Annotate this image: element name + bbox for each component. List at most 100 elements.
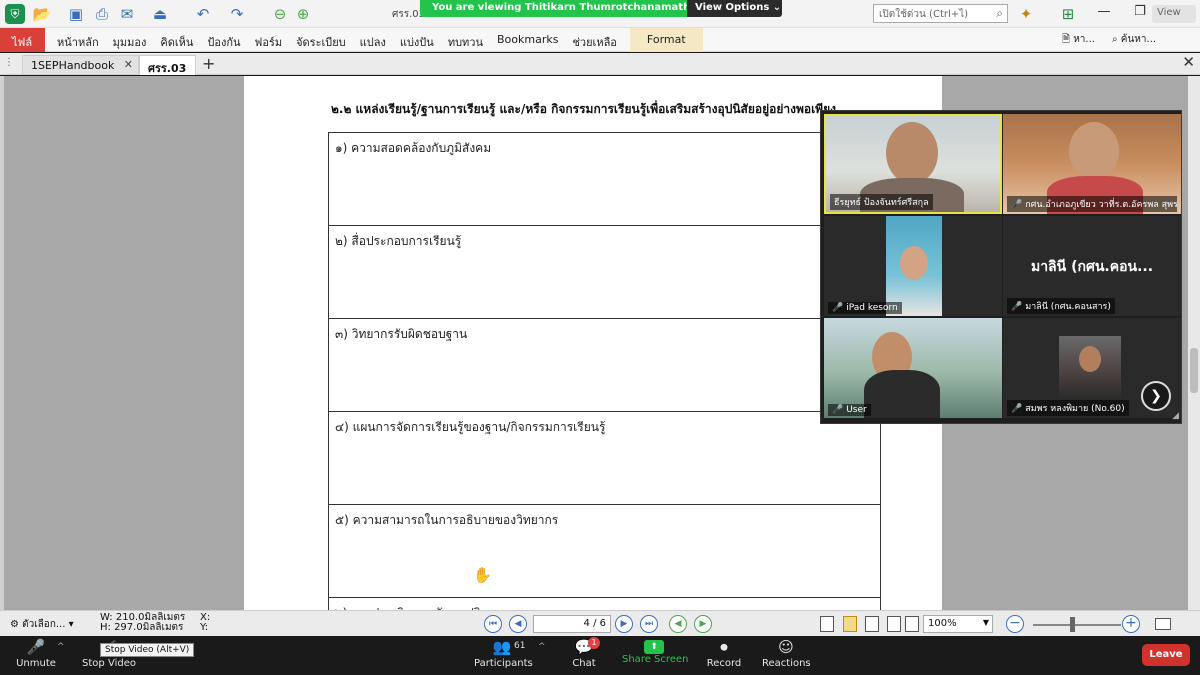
undo-icon[interactable]: ↶ bbox=[193, 4, 213, 24]
participant-face bbox=[886, 122, 938, 184]
new-tab-icon[interactable]: + bbox=[202, 54, 215, 73]
muted-mic-icon: 🎤 bbox=[832, 303, 844, 313]
video-tile[interactable]: 🎤 User bbox=[824, 318, 1002, 418]
table-row: ๑) ความสอดคล้องกับภูมิสังคม bbox=[329, 133, 880, 226]
participant-name: 🎤 User bbox=[828, 404, 871, 416]
menu-share[interactable]: แบ่งปัน bbox=[393, 28, 441, 52]
menu-protect[interactable]: ป้องกัน bbox=[200, 28, 247, 52]
menu-comment[interactable]: คิดเห็น bbox=[153, 28, 200, 52]
menu-help[interactable]: ช่วยเหลือ bbox=[565, 28, 623, 52]
menu-review[interactable]: ทบทวน bbox=[441, 28, 490, 52]
open-folder-icon[interactable]: 📂 bbox=[32, 4, 52, 24]
menu-home[interactable]: หน้าหลัก bbox=[50, 28, 106, 52]
chevron-down-icon: ▼ bbox=[982, 618, 989, 627]
zoom-slider-knob[interactable] bbox=[1070, 617, 1075, 632]
menu-bookmarks[interactable]: Bookmarks bbox=[490, 28, 565, 52]
video-tile[interactable]: 🎤 iPad kesorn bbox=[824, 216, 1002, 316]
tab-document[interactable]: ศรร.03 bbox=[139, 55, 196, 75]
participant-name: 🎤 iPad kesorn bbox=[828, 302, 902, 314]
scroll-thumb[interactable] bbox=[1190, 348, 1198, 393]
participant-name: 🎤 สมพร หลงพิมาย (No.60) bbox=[1007, 400, 1129, 416]
participant-name: 🎤 กศน.อำเภอภูเขียว วาที่ร.ต.อัครพล สุพรร.… bbox=[1007, 196, 1177, 212]
fullscreen-icon[interactable]: ⊞ bbox=[1058, 4, 1078, 24]
next-page-icon[interactable]: ▶ bbox=[615, 615, 633, 633]
video-tile[interactable]: มาลินี (กศน.คอน... 🎤 มาลินี (กศน.คอนสาร) bbox=[1003, 216, 1181, 316]
back-view-icon[interactable]: ◀ bbox=[669, 615, 687, 633]
next-page-icon[interactable]: ❯ bbox=[1141, 381, 1171, 411]
last-page-icon[interactable]: ⏭ bbox=[640, 615, 658, 633]
audio-options-chevron-icon[interactable]: ^ bbox=[57, 642, 65, 652]
first-page-icon[interactable]: ⏮ bbox=[484, 615, 502, 633]
muted-mic-icon: 🎤 bbox=[26, 638, 46, 656]
email-icon[interactable]: ✉ bbox=[117, 4, 137, 24]
participant-name: 🎤 มาลินี (กศน.คอนสาร) bbox=[1007, 298, 1115, 314]
menu-convert[interactable]: แปลง bbox=[353, 28, 393, 52]
menu-form[interactable]: ฟอร์ม bbox=[248, 28, 290, 52]
print-icon[interactable]: ⎙ bbox=[92, 4, 112, 24]
find-button[interactable]: 🗎 หา... bbox=[1062, 32, 1095, 49]
scan-icon[interactable]: ⏏ bbox=[150, 4, 170, 24]
video-gallery: ธีรยุทธ์ ป้องจันทร์ศรีสกุล 🎤 กศน.อำเภอภูเ… bbox=[820, 110, 1182, 424]
menu-bar: ไฟล์ หน้าหลัก มุมมอง คิดเห็น ป้องกัน ฟอร… bbox=[0, 28, 1200, 52]
stop-video-tooltip: Stop Video (Alt+V) bbox=[100, 643, 195, 657]
zoom-slider[interactable] bbox=[1033, 624, 1121, 626]
quick-search-input[interactable]: เปิดใช้ด่วน (Ctrl+ไ) ⌕ bbox=[873, 4, 1008, 23]
participants-button[interactable]: 👥 61 Participants bbox=[474, 636, 533, 675]
zoom-out-icon[interactable]: − bbox=[1006, 615, 1024, 633]
record-icon: ⏺ bbox=[720, 638, 728, 656]
participant-face bbox=[900, 246, 928, 280]
menu-view[interactable]: มุมมอง bbox=[106, 28, 154, 52]
table-row: ๕) ความสามารถในการอธิบายของวิทยากร bbox=[329, 505, 880, 598]
save-icon[interactable]: ▣ bbox=[66, 4, 86, 24]
criteria-table: ๑) ความสอดคล้องกับภูมิสังคม ๒) สื่อประกอ… bbox=[328, 132, 881, 610]
forward-view-icon[interactable]: ▶ bbox=[694, 615, 712, 633]
unmute-button[interactable]: 🎤 Unmute bbox=[14, 636, 58, 675]
participants-chevron-icon[interactable]: ^ bbox=[538, 642, 546, 652]
tool-selector[interactable]: ⚙ ตัวเลือก... ▾ bbox=[10, 617, 74, 632]
forward-icon[interactable]: ⊕ bbox=[293, 4, 313, 24]
view-options-button[interactable]: View Options ⌄ bbox=[687, 0, 782, 17]
single-page-icon[interactable] bbox=[820, 616, 834, 632]
menu-file[interactable]: ไฟล์ bbox=[0, 28, 45, 52]
share-screen-icon: ⬆ bbox=[644, 640, 664, 654]
continuous-facing-icon[interactable] bbox=[887, 616, 901, 632]
back-icon[interactable]: ⊖ bbox=[270, 4, 290, 24]
muted-mic-icon: 🎤 bbox=[1011, 200, 1023, 210]
continuous-page-icon[interactable] bbox=[843, 616, 857, 632]
skin-icon[interactable]: ✦ bbox=[1016, 4, 1036, 24]
minimize-icon[interactable]: — bbox=[1092, 4, 1116, 24]
grid-icon[interactable]: ⋮ bbox=[2, 55, 16, 69]
record-button[interactable]: ⏺ Record bbox=[704, 636, 744, 675]
app-shield-icon[interactable]: ⛨ bbox=[5, 4, 25, 24]
leave-button[interactable]: Leave bbox=[1142, 644, 1190, 666]
tab-bar: ⋮ 1SEPHandbook ✕ ศรร.03 + ✕ bbox=[0, 53, 1200, 75]
video-tile[interactable]: ธีรยุทธ์ ป้องจันทร์ศรีสกุล bbox=[824, 114, 1002, 214]
page-dimensions: W: 210.0มิลลิเมตร H: 297.0มิลลิเมตร bbox=[100, 612, 186, 633]
zoom-in-icon[interactable]: + bbox=[1122, 615, 1140, 633]
menu-organize[interactable]: จัดระเบียบ bbox=[289, 28, 353, 52]
chat-button[interactable]: 💬 1 Chat bbox=[568, 636, 600, 675]
display-mode-icon[interactable] bbox=[1155, 618, 1171, 630]
fit-page-icon[interactable] bbox=[905, 616, 919, 632]
view-button[interactable]: View bbox=[1152, 5, 1196, 23]
facing-page-icon[interactable] bbox=[865, 616, 879, 632]
tab-handbook[interactable]: 1SEPHandbook ✕ bbox=[22, 55, 139, 75]
search-button[interactable]: ⌕ ค้นหา... bbox=[1112, 32, 1156, 47]
page-number-input[interactable]: 4 / 6 bbox=[533, 615, 611, 633]
close-all-icon[interactable]: ✕ bbox=[1182, 53, 1195, 71]
section-heading: ๒.๒ แหล่งเรียนรู้/ฐานการเรียนรู้ และ/หรื… bbox=[331, 102, 836, 116]
vertical-scrollbar[interactable] bbox=[1188, 76, 1200, 610]
redo-icon[interactable]: ↷ bbox=[227, 4, 247, 24]
video-tile[interactable]: 🎤 กศน.อำเภอภูเขียว วาที่ร.ต.อัครพล สุพรร.… bbox=[1003, 114, 1181, 214]
table-row: ๖) การประเมินผลหลังฐาน/กิจกรรม bbox=[329, 598, 880, 610]
restore-icon[interactable]: ❐ bbox=[1128, 4, 1152, 24]
menu-format[interactable]: Format bbox=[629, 28, 703, 52]
table-row: ๓) วิทยากรรับผิดชอบฐาน bbox=[329, 319, 880, 412]
close-icon[interactable]: ✕ bbox=[124, 58, 133, 71]
resize-handle-icon[interactable]: ◢ bbox=[1172, 411, 1179, 421]
reactions-button[interactable]: ☺ Reactions bbox=[762, 636, 811, 675]
prev-page-icon[interactable]: ◀ bbox=[509, 615, 527, 633]
chat-badge: 1 bbox=[588, 637, 600, 649]
zoom-select[interactable]: 100% ▼ bbox=[923, 615, 993, 633]
share-screen-button[interactable]: ⬆ Share Screen bbox=[622, 636, 688, 675]
